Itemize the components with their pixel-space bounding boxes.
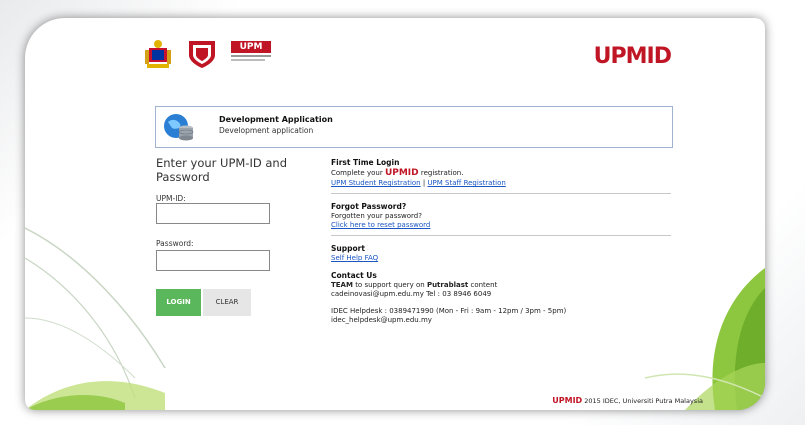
app-subtitle: Development application [219, 126, 314, 135]
application-info-box: Development Application Development appl… [155, 106, 673, 148]
login-card: UPM UPMID Development Application Develo… [25, 18, 765, 410]
footer-upmid-logo: UPMID [552, 396, 583, 405]
app-title: Development Application [219, 115, 333, 124]
self-help-faq-link[interactable]: Self Help FAQ [331, 254, 378, 262]
footer: UPMID 2015 IDEC, Universiti Putra Malays… [552, 396, 703, 405]
clear-button[interactable]: CLEAR [203, 289, 251, 316]
link-separator: | [422, 179, 426, 187]
divider [331, 235, 671, 236]
contact-title: Contact Us [331, 271, 377, 280]
footer-copyright: 2015 IDEC, Universiti Putra Malaysia [584, 397, 703, 405]
team-label: TEAM [331, 281, 353, 289]
upm-wordmark: UPM [231, 39, 273, 69]
login-form: Enter your UPM-ID and Password UPM-ID: P… [156, 156, 326, 316]
first-time-prefix: Complete your [331, 169, 383, 177]
divider [331, 193, 671, 194]
login-heading: Enter your UPM-ID and Password [156, 156, 287, 184]
contact-line1-mid: to support query on [355, 281, 425, 289]
first-time-suffix: registration. [420, 169, 464, 177]
first-time-title: First Time Login [331, 158, 400, 167]
forgot-title: Forgot Password? [331, 202, 407, 211]
staff-registration-link[interactable]: UPM Staff Registration [427, 179, 505, 187]
upm-id-label: UPM-ID: [156, 194, 186, 203]
login-button[interactable]: LOGIN [156, 289, 201, 316]
contact-section: Contact Us TEAM to support query on Putr… [331, 271, 671, 324]
contact-line1-end: content [470, 281, 498, 289]
support-title: Support [331, 244, 365, 253]
password-label: Password: [156, 239, 194, 248]
info-panel: First Time Login Complete your UPMID reg… [331, 158, 671, 324]
page-frame: UPM UPMID Development Application Develo… [0, 0, 805, 425]
helpdesk-line: IDEC Helpdesk : 0389471990 (Mon - Fri : … [331, 307, 567, 315]
support-section: Support Self Help FAQ [331, 244, 671, 262]
reset-password-link[interactable]: Click here to reset password [331, 221, 430, 229]
upm-id-input[interactable] [156, 203, 270, 224]
putrablast-label: Putrablast [426, 281, 469, 289]
upmid-inline-logo: UPMID [384, 168, 419, 178]
upm-logo-icon [189, 41, 215, 68]
contact-line2: cadeinovasi@upm.edu.my Tel : 03 8946 604… [331, 290, 492, 298]
helpdesk-email: idec_helpdesk@upm.edu.my [331, 316, 432, 324]
first-time-section: First Time Login Complete your UPMID reg… [331, 158, 671, 187]
student-registration-link[interactable]: UPM Student Registration [331, 179, 421, 187]
malaysia-crest-icon [145, 40, 171, 68]
forgot-text: Forgotten your password? [331, 212, 422, 220]
registration-links: UPM Student Registration | UPM Staff Reg… [331, 179, 671, 187]
first-time-text: Complete your UPMID registration. [331, 168, 671, 178]
logo-bar: UPM [143, 38, 273, 70]
contact-line1: TEAM to support query on Putrablast cont… [331, 281, 671, 289]
upmid-brand-logo: UPMID [593, 44, 672, 69]
password-input[interactable] [156, 250, 270, 271]
forgot-section: Forgot Password? Forgotten your password… [331, 202, 671, 229]
globe-database-icon [164, 114, 194, 141]
